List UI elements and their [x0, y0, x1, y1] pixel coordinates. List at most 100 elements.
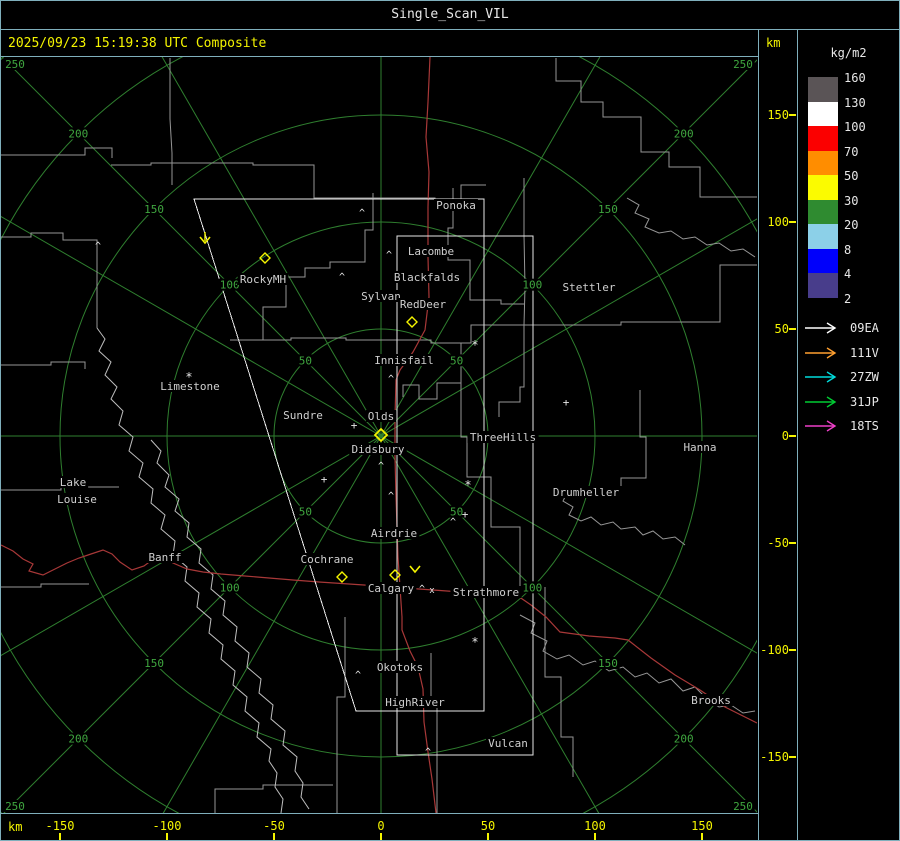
map-bottom-border: [0, 813, 758, 814]
bottom-axis-tick-label: 0: [377, 819, 385, 833]
site-diamond-marker: [336, 571, 348, 583]
county-boundary: [626, 197, 756, 258]
city-label-Blackfalds: Blackfalds: [394, 271, 460, 284]
right-axis-tick-label: 100: [767, 215, 789, 229]
right-axis-unit-label: km: [766, 36, 781, 50]
range-ring-label-150: 150: [598, 203, 618, 216]
pointer-arrow: [409, 565, 421, 574]
range-ring-label-200: 200: [68, 733, 88, 746]
radar-site-id: 31JP: [850, 394, 879, 409]
legend-value-label: 8: [844, 242, 852, 257]
city-label-Ponoka: Ponoka: [436, 199, 476, 212]
legend-color-swatch: [808, 248, 838, 273]
bottom-axis-tick: [487, 833, 489, 840]
mountain-boundary: [150, 439, 310, 810]
range-ring-label-200: 200: [674, 127, 694, 140]
title-bar: Single_Scan_VIL: [0, 0, 900, 29]
range-ring-label-250: 250: [5, 58, 25, 71]
radar-site-row: 27ZW: [804, 370, 879, 384]
bottom-axis-tick: [701, 833, 703, 840]
bottom-axis-tick: [166, 833, 168, 840]
range-ring-label-50: 50: [299, 506, 312, 519]
right-axis-tick-label: -50: [767, 536, 789, 550]
radar-map[interactable]: 50 50 50 50 100 100 100 100 150 150 150 150 200 200 20…: [0, 0, 900, 841]
radar-site-id: 18TS: [850, 419, 879, 433]
range-ring-label-150: 150: [598, 657, 618, 670]
legend-value-label: 4: [844, 267, 852, 281]
town-caret-marker: ^: [425, 747, 431, 758]
radar-site-id: 111V: [850, 345, 879, 360]
bottom-axis-tick: [594, 833, 596, 840]
radar-coverage-outline: [396, 235, 534, 756]
city-label-RockyMH: RockyMH: [240, 273, 286, 286]
right-axis-tick: [789, 114, 796, 116]
county-boundary: [169, 58, 173, 185]
city-label-Vulcan: Vulcan: [488, 737, 528, 750]
right-axis-tick: [789, 435, 796, 437]
right-axis-tick-label: 150: [767, 108, 789, 122]
titlebar-divider: [0, 29, 900, 30]
right-axis-tick: [789, 221, 796, 223]
legend-color-swatch: [808, 77, 838, 102]
city-label-Sundre: Sundre: [283, 409, 323, 422]
radar-site-arrow-icon: [805, 322, 837, 334]
town-asterisk-marker: *: [471, 635, 478, 649]
right-axis: 150 100 50 0 -50 -100 -150: [758, 57, 797, 813]
range-ring-label-150: 150: [144, 203, 164, 216]
legend-value-label: 160: [844, 71, 866, 85]
legend-value-label: 100: [844, 120, 866, 134]
right-axis-tick-label: -150: [760, 750, 789, 764]
county-boundary: [1, 232, 98, 328]
city-label-Drumheller: Drumheller: [553, 486, 620, 499]
county-boundary: [555, 58, 757, 198]
radar-map-canvas[interactable]: 50 50 50 50 100 100 100 100 150 150 150 150 200 200 20…: [0, 0, 900, 841]
bottom-axis-tick-label: -100: [152, 819, 182, 833]
right-axis-tick: [789, 756, 796, 758]
town-caret-marker: ^: [388, 374, 394, 385]
info-bar: 2025/09/23 15:19:38 UTC Composite: [0, 30, 758, 56]
town-caret-marker: ^: [339, 272, 345, 283]
town-plus-marker: +: [563, 396, 570, 409]
county-boundary: [498, 178, 526, 417]
town-x-marker: x: [429, 586, 435, 596]
range-ring-label-250: 250: [733, 800, 753, 813]
legend-color-swatch: [808, 126, 838, 151]
radar-site-id: 27ZW: [850, 370, 879, 384]
window-border-left: [0, 0, 1, 841]
city-label-ThreeHills: ThreeHills: [470, 431, 536, 444]
radar-site-row: 31JP: [804, 395, 879, 409]
town-caret-marker: ^: [95, 241, 101, 252]
legend-value-label: 50: [844, 169, 859, 183]
city-label-Sylvan: Sylvan: [361, 290, 401, 303]
legend-value-label: 70: [844, 144, 859, 159]
city-label-Louise: Louise: [57, 493, 97, 506]
city-label-Cochrane: Cochrane: [301, 553, 354, 566]
radar-site-arrow-icon: [805, 371, 837, 383]
range-ring-label-100: 100: [522, 279, 542, 292]
legend-panel: kg/m2 160 130 100 70 50 30 20 8 4 2 09EA 111V 27ZW 31…: [798, 30, 899, 840]
right-axis-tick-label: 50: [774, 322, 789, 336]
range-ring-label-100: 100: [220, 581, 240, 594]
legend-color-swatch: [808, 199, 838, 224]
legend-unit-label: kg/m2: [830, 46, 867, 60]
range-ring-label-200: 200: [68, 127, 88, 140]
city-label-Strathmore: Strathmore: [453, 586, 519, 599]
legend-color-swatch: [808, 273, 838, 298]
bottom-axis-tick-label: 150: [691, 819, 713, 833]
bottom-axis: km -150 -100 -50 0 50 100 150: [0, 814, 758, 841]
city-label-Airdrie: Airdrie: [371, 527, 417, 540]
right-axis-tick: [789, 542, 796, 544]
bottom-axis-tick-label: -50: [263, 819, 285, 833]
legend-value-label: 130: [844, 95, 866, 110]
city-label-Calgary: Calgary: [368, 582, 415, 595]
city-label-Hanna: Hanna: [683, 441, 716, 454]
range-ring-label-100: 100: [522, 581, 542, 594]
highway: [0, 544, 516, 595]
county-boundary: [601, 390, 647, 496]
map-right-border: [758, 30, 759, 841]
bottom-axis-tick: [380, 833, 382, 840]
radar-site-arrow-icon: [805, 395, 837, 408]
county-boundary: [430, 653, 438, 813]
mountain-boundary: [96, 327, 284, 814]
range-ring-label-50: 50: [299, 354, 312, 367]
